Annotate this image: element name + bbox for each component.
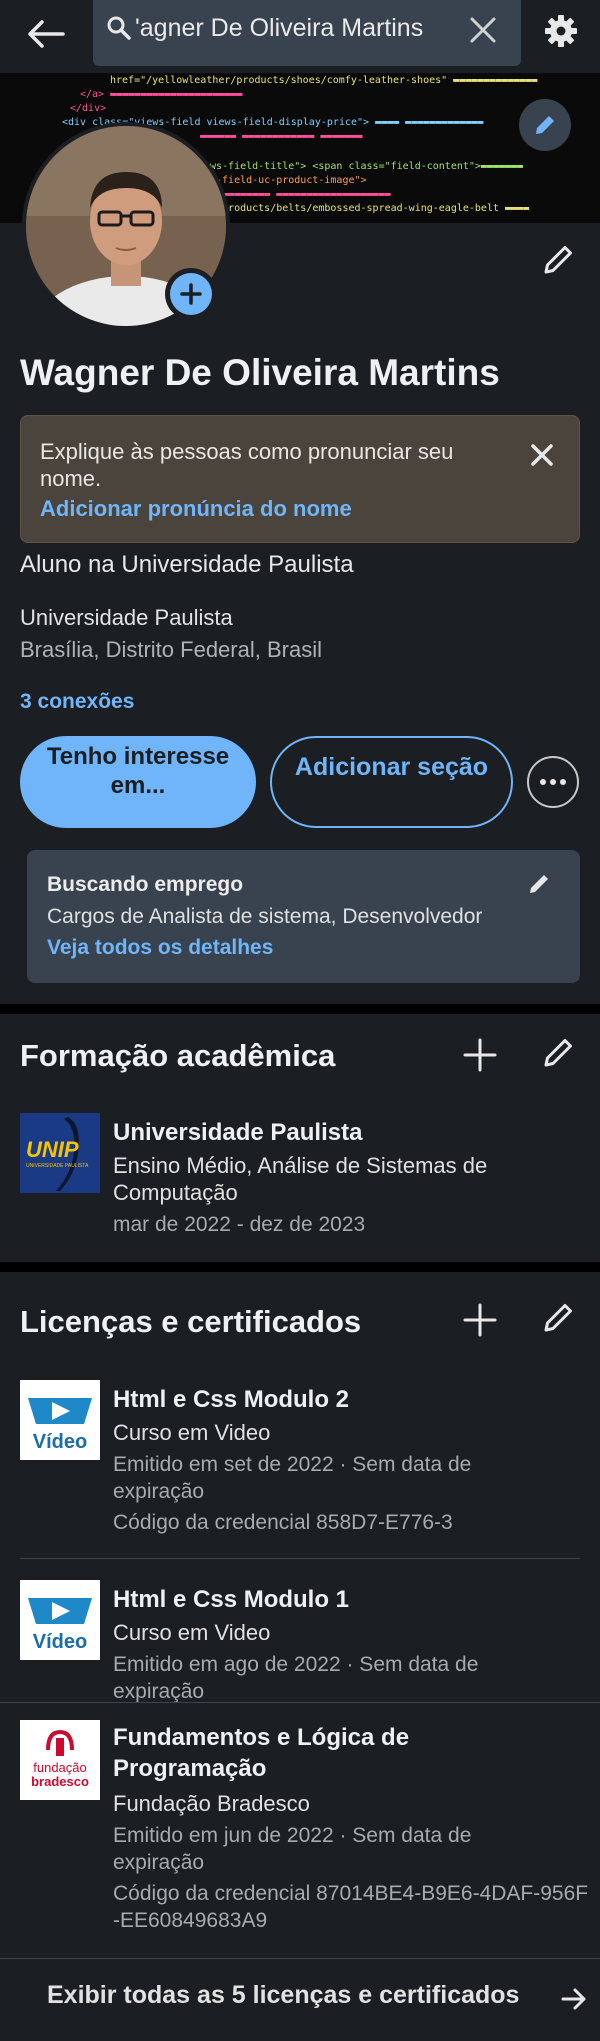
curso-em-video-logo-text: Vídeo <box>33 1631 87 1653</box>
section-divider <box>0 1262 600 1272</box>
arrow-right-icon <box>561 1988 586 2010</box>
unip-logo-text: UNIP <box>26 1137 79 1162</box>
education-section-title: Formação acadêmica <box>20 1038 336 1073</box>
open-to-work-title: Buscando emprego <box>47 873 244 896</box>
license-name[interactable]: Html e Css Modulo 2 <box>113 1384 349 1415</box>
license-name[interactable]: Html e Css Modulo 1 <box>113 1584 349 1615</box>
item-separator <box>20 1558 580 1559</box>
item-separator <box>0 1702 600 1703</box>
add-photo-button[interactable] <box>165 268 217 320</box>
search-field[interactable]: 'agner De Oliveira Martins <box>93 0 521 66</box>
connections-link[interactable]: 3 conexões <box>20 690 134 714</box>
back-button[interactable] <box>24 12 68 56</box>
profile-location: Brasília, Distrito Federal, Brasil <box>20 637 322 662</box>
license-credential: Código da credencial 87014BE4-B9E6-4DAF-… <box>113 1882 589 1932</box>
license-issued-date: Emitido em set de 2022 · Sem data de exp… <box>113 1453 472 1503</box>
fundacao-bradesco-logo: fundação bradesco <box>20 1720 100 1800</box>
education-dates: mar de 2022 - dez de 2023 <box>113 1213 366 1236</box>
add-pronunciation-link[interactable]: Adicionar pronúncia do nome <box>40 496 352 522</box>
education-degree: Ensino Médio, Análise de Sistemas de Com… <box>113 1153 488 1205</box>
close-icon[interactable] <box>465 12 501 48</box>
banner-code-decoration: r/products/belts/embossed-spread-wing-ea… <box>210 203 530 214</box>
pencil-icon <box>536 116 554 134</box>
add-photo-circle <box>170 273 212 315</box>
show-all-licenses-label: Exibir todas as 5 licenças e certificado… <box>47 1981 520 2009</box>
pencil-icon[interactable] <box>540 242 576 278</box>
section-divider <box>0 1004 600 1014</box>
license-issuer: Curso em Video <box>113 1620 271 1645</box>
banner-code-decoration: s-field-uc-product-image"> <box>210 175 367 186</box>
close-icon[interactable] <box>525 438 559 472</box>
gear-icon <box>545 15 577 47</box>
banner-code-decoration: ws-field-title"> <span class="field-cont… <box>210 161 524 172</box>
bradesco-logo-text-1: fundação <box>33 1760 87 1775</box>
show-all-licenses-button[interactable]: Exibir todas as 5 licenças e certificado… <box>0 1958 600 2041</box>
add-section-button[interactable]: Adicionar seção <box>270 736 513 828</box>
banner-code-decoration: </div> <box>70 103 107 114</box>
profile-school[interactable]: Universidade Paulista <box>20 605 233 631</box>
plus-icon[interactable] <box>460 1035 500 1075</box>
unip-logo: UNIP UNIVERSIDADE PAULISTA <box>20 1113 100 1193</box>
pronunciation-card: Explique às pessoas como pronunciar seu … <box>20 415 580 543</box>
banner-code-decoration: ▬▬▬▬▬▬▬▬▬▬ ▬▬▬▬▬▬▬▬▬▬▬▬▬▬▬▬▬▬▬ <box>210 189 391 200</box>
curso-em-video-logo-text: Vídeo <box>33 1431 87 1453</box>
curso-em-video-logo-graphic: Vídeo <box>20 1580 100 1660</box>
curso-em-video-logo: Vídeo <box>20 1380 100 1460</box>
profile-name: Wagner De Oliveira Martins <box>20 352 500 393</box>
edit-banner-button[interactable] <box>519 99 571 151</box>
search-query[interactable]: 'agner De Oliveira Martins <box>135 14 423 43</box>
curso-em-video-logo-graphic: Vídeo <box>20 1380 100 1460</box>
banner-code-decoration: ▬▬▬▬▬▬ ▬▬▬▬▬▬▬▬▬▬▬▬ ▬▬▬▬▬▬▬ <box>200 131 363 142</box>
bradesco-logo-text-2: bradesco <box>31 1774 89 1789</box>
plus-icon <box>180 283 202 305</box>
open-to-work-description: Cargos de Analista de sistema, Desenvolv… <box>47 905 483 928</box>
plus-icon[interactable] <box>460 1300 500 1340</box>
license-issued-date: Emitido em jun de 2022 · Sem data de exp… <box>113 1824 472 1874</box>
banner-code-decoration: </a> ▬▬▬▬▬▬▬▬▬▬▬▬▬▬▬▬▬▬▬▬▬▬ <box>80 89 243 100</box>
license-credential: Código da credencial 858D7-E776-3 <box>113 1511 453 1534</box>
curso-em-video-logo: Vídeo <box>20 1580 100 1660</box>
profile-headline: Aluno na Universidade Paulista <box>20 551 354 578</box>
license-issued-date: Emitido em ago de 2022 · Sem data de exp… <box>113 1653 479 1703</box>
search-icon <box>107 16 131 40</box>
open-to-button[interactable]: Tenho interesse em... <box>20 736 256 828</box>
license-issuer: Curso em Video <box>113 1420 271 1445</box>
licenses-section-title: Licenças e certificados <box>20 1304 362 1339</box>
top-bar: 'agner De Oliveira Martins <box>0 0 600 73</box>
pronunciation-text: Explique às pessoas como pronunciar seu … <box>40 439 454 491</box>
education-school[interactable]: Universidade Paulista <box>113 1117 362 1148</box>
pencil-icon[interactable] <box>525 870 553 898</box>
settings-button[interactable] <box>536 6 586 56</box>
unip-logo-subtext: UNIVERSIDADE PAULISTA <box>26 1163 89 1169</box>
pencil-icon[interactable] <box>540 1035 576 1071</box>
unip-logo-graphic: UNIP UNIVERSIDADE PAULISTA <box>20 1113 100 1193</box>
arrow-left-icon <box>28 20 65 48</box>
license-name[interactable]: Fundamentos e Lógica de Programação <box>113 1722 553 1784</box>
ellipsis-icon <box>540 779 566 785</box>
banner-code-decoration: href="/yellowleather/products/shoes/comf… <box>110 75 538 86</box>
more-button[interactable] <box>527 756 579 808</box>
see-all-details-link[interactable]: Veja todos os detalhes <box>47 936 273 960</box>
fundacao-bradesco-logo-graphic: fundação bradesco <box>20 1720 100 1800</box>
pencil-icon[interactable] <box>540 1300 576 1336</box>
open-to-work-card[interactable]: Buscando emprego Cargos de Analista de s… <box>27 850 580 983</box>
license-issuer: Fundação Bradesco <box>113 1791 310 1816</box>
